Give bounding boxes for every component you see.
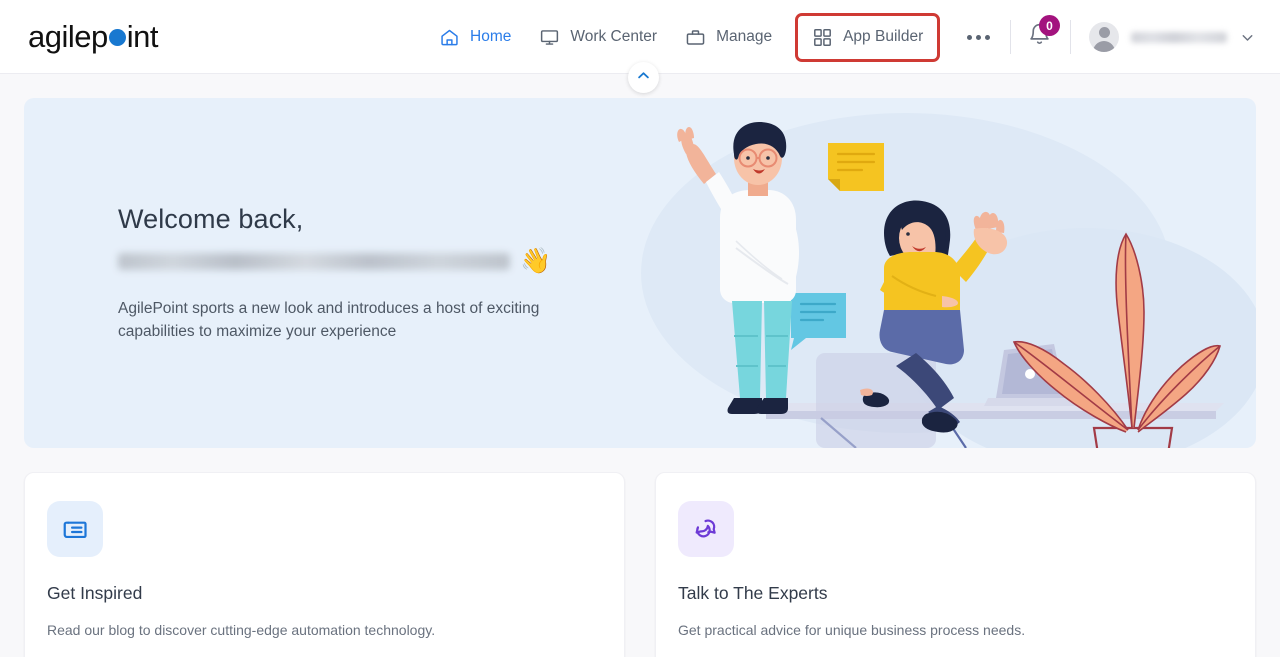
toolbar-divider: [1070, 20, 1071, 54]
briefcase-icon: [685, 27, 706, 48]
brand-dot-icon: [108, 29, 126, 46]
welcome-username: [118, 253, 510, 270]
primary-nav: Home Work Center Manage App Builder: [425, 0, 1004, 74]
nav-item-work-center-label: Work Center: [570, 28, 658, 45]
card-description: Get practical advice for unique business…: [678, 622, 1026, 638]
welcome-subtitle: AgilePoint sports a new look and introdu…: [118, 299, 540, 340]
welcome-illustration: [616, 98, 1256, 448]
nav-item-work-center[interactable]: Work Center: [525, 19, 671, 56]
welcome-banner: Welcome back, 👋 AgilePoint sports a new …: [24, 98, 1256, 448]
chevron-down-icon[interactable]: [1239, 29, 1256, 46]
notification-count-badge: 0: [1039, 15, 1060, 36]
card-talk-to-the-experts[interactable]: Talk to The Experts Get practical advice…: [655, 472, 1256, 657]
quick-links-section: Get Inspired Read our blog to discover c…: [24, 472, 1256, 657]
nav-item-home[interactable]: Home: [425, 19, 525, 56]
nav-item-app-builder[interactable]: App Builder: [795, 12, 941, 62]
chat-bubbles-icon: [678, 501, 734, 557]
nav-item-manage[interactable]: Manage: [671, 19, 786, 56]
more-dot-icon: [985, 34, 991, 40]
nav-more-button[interactable]: [953, 25, 1004, 50]
more-dot-icon: [976, 34, 982, 40]
waving-hand-icon: 👋: [520, 247, 552, 275]
brand-name-part1: agilep: [28, 19, 108, 54]
card-description: Read our blog to discover cutting-edge a…: [47, 622, 436, 638]
newspaper-icon: [47, 501, 103, 557]
card-title: Get Inspired: [47, 583, 143, 603]
welcome-username-row: 👋: [118, 247, 638, 277]
notifications-button[interactable]: 0: [1015, 15, 1066, 58]
main-content: Welcome back, 👋 AgilePoint sports a new …: [0, 74, 1280, 657]
nav-item-app-builder-label: App Builder: [843, 28, 924, 45]
page-title: Welcome back,: [118, 203, 304, 234]
grid-icon: [812, 27, 833, 48]
brand-logo[interactable]: agilep int: [28, 0, 159, 73]
home-icon: [439, 27, 460, 48]
avatar: [1089, 22, 1119, 52]
brand-logo-text: agilep int: [28, 19, 159, 54]
nav-item-home-label: Home: [470, 28, 512, 45]
user-menu[interactable]: [1075, 18, 1262, 56]
nav-item-manage-label: Manage: [716, 28, 773, 45]
collapse-header-button[interactable]: [628, 62, 659, 93]
welcome-text-block: Welcome back, 👋 AgilePoint sports a new …: [118, 204, 638, 343]
user-name-label: [1131, 31, 1227, 43]
card-title: Talk to The Experts: [678, 583, 828, 603]
monitor-icon: [539, 27, 560, 48]
card-get-inspired[interactable]: Get Inspired Read our blog to discover c…: [24, 472, 625, 657]
more-dot-icon: [967, 34, 973, 40]
toolbar-right: 0: [1006, 0, 1262, 74]
toolbar-divider: [1010, 20, 1011, 54]
brand-name-part2: int: [126, 19, 159, 54]
chevron-up-icon: [636, 68, 651, 88]
